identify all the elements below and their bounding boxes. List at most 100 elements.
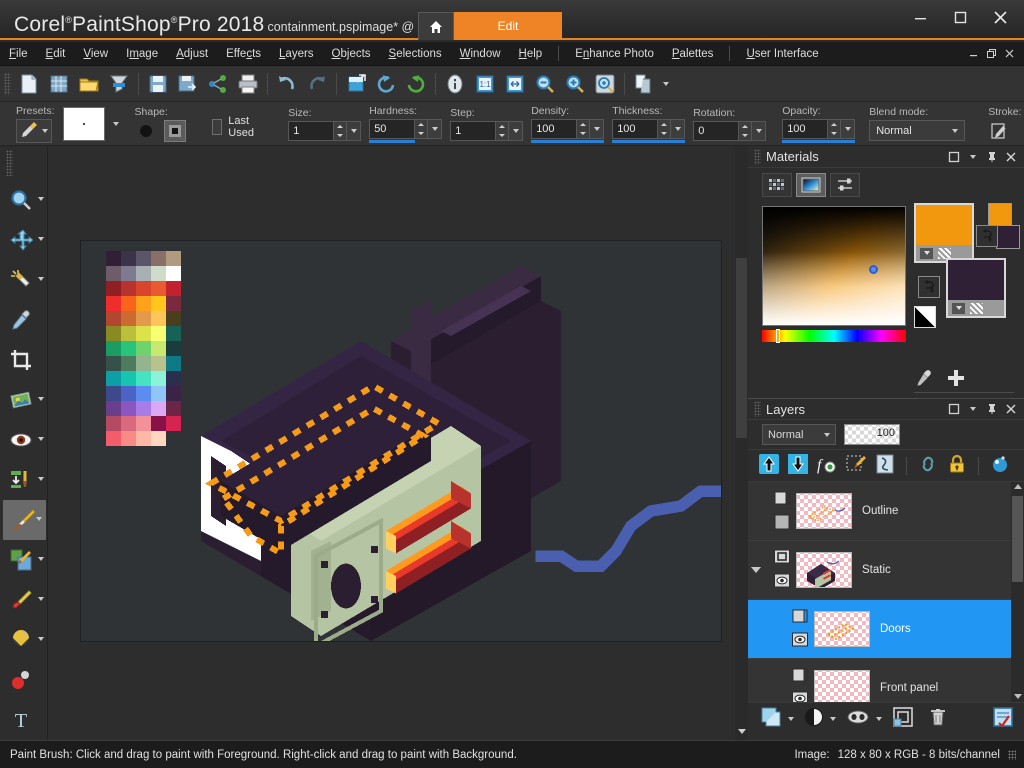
materials-restore-icon[interactable] [946, 149, 962, 165]
swatches-tab[interactable] [830, 173, 860, 197]
layers-scroll-thumb[interactable] [1012, 496, 1023, 582]
layer-row-front-panel[interactable]: Front panel [748, 659, 1024, 702]
edit-tab[interactable]: Edit [454, 12, 562, 40]
background-transparent-button[interactable] [969, 301, 984, 315]
new-vector-layer-icon[interactable] [787, 453, 809, 478]
duplicate-icon[interactable] [629, 69, 659, 99]
layers-dropdown-icon[interactable] [965, 401, 981, 417]
share-icon[interactable] [203, 69, 233, 99]
hardness-dropdown[interactable] [428, 118, 443, 139]
save-as-icon[interactable] [173, 69, 203, 99]
clone-tool[interactable] [0, 540, 48, 580]
home-tab[interactable] [418, 12, 454, 40]
rotation-input[interactable]: 0 [693, 120, 740, 141]
link-layers-icon[interactable] [917, 453, 939, 478]
new-layer-caret-icon[interactable] [788, 716, 794, 721]
layers-close-icon[interactable] [1003, 401, 1019, 417]
foreground-color[interactable] [916, 205, 972, 245]
layers-scrollbar[interactable] [1011, 482, 1024, 702]
step-spinner[interactable] [496, 120, 510, 141]
layers-pin-icon[interactable] [984, 401, 1000, 417]
rotation-dropdown[interactable] [752, 120, 767, 141]
flood-fill-flyout-caret[interactable] [38, 637, 44, 641]
new-from-template-icon[interactable] [44, 69, 74, 99]
menu-view[interactable]: View [74, 42, 117, 66]
pan-zoom-flyout-caret[interactable] [38, 197, 44, 201]
layers-scroll-down-arrow-icon[interactable] [1014, 694, 1022, 699]
hardness-spinner[interactable] [415, 118, 429, 139]
preset-button[interactable] [16, 118, 52, 143]
swap-mini-colors-button[interactable] [976, 225, 998, 247]
layers-restore-icon[interactable] [946, 401, 962, 417]
zoom-in-icon[interactable] [560, 69, 590, 99]
round-shape-icon[interactable] [135, 120, 157, 142]
print-icon[interactable] [233, 69, 263, 99]
menu-effects[interactable]: Effects [217, 42, 270, 66]
image-workspace[interactable] [48, 146, 748, 740]
text-tool[interactable]: T [0, 700, 48, 740]
background-style-button[interactable] [951, 301, 966, 315]
size-spinner[interactable] [334, 120, 348, 141]
lock-layer-icon[interactable] [946, 453, 968, 478]
canvas-scroll-thumb[interactable] [736, 258, 747, 438]
add-material-icon[interactable] [946, 368, 966, 391]
layer-link-toggle[interactable] [791, 666, 809, 687]
delete-layer-icon[interactable] [928, 707, 948, 730]
selection-flyout-caret[interactable] [38, 277, 44, 281]
menu-adjust[interactable]: Adjust [167, 42, 217, 66]
open-icon[interactable] [74, 69, 104, 99]
menu-layers[interactable]: Layers [270, 42, 323, 66]
close-button[interactable] [980, 2, 1020, 32]
menu-image[interactable]: Image [117, 42, 167, 66]
frame-tab[interactable] [762, 173, 792, 197]
swap-materials-button[interactable] [918, 276, 940, 298]
menu-help[interactable]: Help [510, 42, 552, 66]
step-input[interactable]: 1 [450, 120, 497, 141]
mask-icon[interactable] [846, 708, 870, 729]
foreground-mini-swatch[interactable] [988, 203, 1012, 227]
menu-user-interface[interactable]: User Interface [737, 42, 827, 66]
selection-tool[interactable] [0, 260, 48, 300]
pick-move-flyout-caret[interactable] [38, 237, 44, 241]
undo-icon[interactable] [272, 69, 302, 99]
hue-marker[interactable] [776, 329, 780, 343]
redo-icon[interactable] [302, 69, 332, 99]
menu-file[interactable]: File [0, 42, 37, 66]
layer-opacity-slider[interactable]: 100 [844, 424, 900, 445]
layer-group-icon[interactable] [773, 548, 791, 569]
rotate-right-icon[interactable] [401, 69, 431, 99]
opacity-dropdown[interactable] [841, 118, 856, 139]
fit-to-window-icon[interactable] [500, 69, 530, 99]
makeover-tool[interactable] [0, 460, 48, 500]
layer-blend-mode-select[interactable]: Normal [762, 424, 836, 445]
rainbow-tab[interactable] [796, 173, 826, 197]
clone-flyout-caret[interactable] [38, 557, 44, 561]
eyedropper-icon[interactable] [914, 369, 932, 390]
hardness-input[interactable]: 50 [369, 118, 416, 139]
background-mini-swatch[interactable] [996, 225, 1020, 249]
materials-close-icon[interactable] [1003, 149, 1019, 165]
preset-caret-icon[interactable] [42, 128, 48, 133]
browse-icon[interactable] [104, 69, 134, 99]
opacity-slider[interactable] [782, 139, 856, 143]
material-hue-strip[interactable] [762, 329, 906, 343]
pick-move-tool[interactable] [0, 220, 48, 260]
materials-dropdown-icon[interactable] [965, 149, 981, 165]
layer-visibility-toggle[interactable] [773, 572, 791, 593]
brush-tip-caret-icon[interactable] [112, 121, 119, 126]
density-spinner[interactable] [577, 118, 591, 139]
materials-panel-grip[interactable] [754, 148, 761, 165]
background-color[interactable] [948, 260, 1004, 300]
opacity-input[interactable]: 100 [782, 118, 829, 139]
adjustment-layer-icon[interactable] [804, 707, 824, 730]
rotate-left-icon[interactable] [371, 69, 401, 99]
merge-icon[interactable] [892, 706, 914, 731]
new-raster-layer-icon[interactable] [758, 453, 780, 478]
picture-tube-tool[interactable] [0, 660, 48, 700]
duplicate-layer-icon[interactable] [874, 453, 896, 478]
straighten-flyout-caret[interactable] [38, 397, 44, 401]
new-image-icon[interactable] [14, 69, 44, 99]
image-info-icon[interactable] [440, 69, 470, 99]
layer-visibility-toggle[interactable] [791, 631, 809, 652]
blend-mode-select[interactable]: Normal [869, 120, 966, 141]
